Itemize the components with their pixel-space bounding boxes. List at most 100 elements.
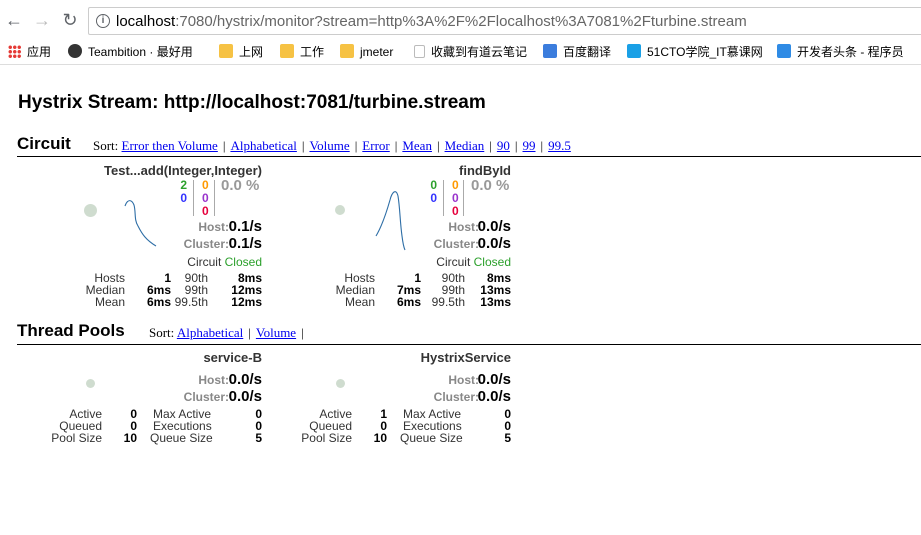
sort-error-then-volume[interactable]: Error then Volume bbox=[122, 138, 218, 153]
host-rate: 0.1/s bbox=[228, 218, 262, 235]
rejected-count: 0 bbox=[452, 191, 459, 205]
folder-icon bbox=[340, 44, 354, 58]
rejected-count: 0 bbox=[202, 191, 209, 205]
bookmark-label: jmeter bbox=[360, 45, 394, 59]
toutiao-icon bbox=[777, 44, 791, 58]
circuit-status-value: Closed bbox=[224, 255, 262, 269]
bookmark-label: 百度翻译 bbox=[563, 45, 612, 59]
cluster-rate: 0.0/s bbox=[477, 388, 511, 405]
rate-sparkline bbox=[124, 200, 157, 247]
p995-label: 99.5th bbox=[174, 295, 208, 309]
bookmark-51cto[interactable]: 51CTO学院_IT慕课网 bbox=[627, 44, 763, 60]
pool-size-label: Pool Size bbox=[51, 431, 102, 445]
bookmark-baidu-translate[interactable]: 百度翻译 bbox=[543, 44, 611, 60]
sort-error[interactable]: Error bbox=[362, 138, 389, 153]
url-path: :7080/hystrix/monitor?stream=http%3A%2F%… bbox=[175, 13, 747, 30]
queue-size-label: Queue Size bbox=[150, 431, 213, 445]
circuit-name: findById bbox=[459, 163, 511, 178]
cluster-rate: 0.0/s bbox=[477, 235, 511, 252]
sort-99[interactable]: 99 bbox=[523, 138, 536, 153]
threadpool-heading: Thread Pools bbox=[17, 321, 125, 340]
bookmark-label: Teambition · 最好用 bbox=[88, 45, 193, 59]
page-icon bbox=[414, 45, 425, 58]
bookmark-toutiao[interactable]: 开发者头条 - 程序员 bbox=[777, 44, 904, 60]
cluster-label: Cluster: bbox=[183, 390, 229, 404]
queue-size-value: 5 bbox=[255, 431, 262, 445]
baidu-translate-icon bbox=[543, 44, 557, 58]
sort-90[interactable]: 90 bbox=[497, 138, 510, 153]
circuit-name: Test...add(Integer,Integer) bbox=[104, 163, 262, 178]
queue-size-value: 5 bbox=[504, 431, 511, 445]
cluster-label: Cluster: bbox=[433, 237, 479, 251]
circuit-status-label: Circuit bbox=[436, 255, 471, 269]
failure-count: 0 bbox=[202, 204, 209, 218]
rate-sparkline bbox=[375, 191, 406, 251]
circuit-status: Circuit Closed bbox=[436, 255, 511, 269]
folder-icon bbox=[280, 44, 294, 58]
pool-size-label: Pool Size bbox=[301, 431, 352, 445]
short-circuited-count: 0 bbox=[180, 191, 187, 205]
circuit-status: Circuit Closed bbox=[187, 255, 262, 269]
sort-alphabetical[interactable]: Alphabetical bbox=[230, 138, 296, 153]
timeout-count: 0 bbox=[202, 178, 209, 192]
mean-label: Mean bbox=[344, 295, 375, 309]
error-percentage: 0.0 % bbox=[471, 177, 510, 194]
sort-label: Sort: bbox=[93, 138, 119, 153]
sort-alphabetical[interactable]: Alphabetical bbox=[177, 325, 243, 340]
bookmark-teambition[interactable]: Teambition · 最好用 bbox=[68, 44, 193, 60]
queue-size-label: Queue Size bbox=[400, 431, 463, 445]
circuit-sort-bar: Sort: Error then Volume | Alphabetical | Vol… bbox=[93, 138, 571, 153]
cluster-label: Cluster: bbox=[433, 390, 479, 404]
host-label: Host: bbox=[198, 373, 229, 387]
host-rate: 0.0/s bbox=[228, 371, 262, 388]
url-text[interactable]: localhost:7080/hystrix/monitor?stream=ht… bbox=[116, 13, 747, 30]
sort-volume[interactable]: Volume bbox=[256, 325, 296, 340]
circuit-status-value: Closed bbox=[473, 255, 511, 269]
success-count: 2 bbox=[180, 178, 187, 192]
51cto-icon bbox=[627, 44, 641, 58]
bookmark-label: 应用 bbox=[27, 45, 52, 59]
host-rate: 0.0/s bbox=[477, 371, 511, 388]
circuit-divider bbox=[17, 156, 921, 157]
host-label: Host: bbox=[448, 220, 479, 234]
host-rate: 0.0/s bbox=[477, 218, 511, 235]
browser-toolbar: ← → ↻ i localhost:7080/hystrix/monitor?s… bbox=[0, 0, 921, 41]
teambition-icon bbox=[68, 44, 82, 58]
error-percentage: 0.0 % bbox=[221, 177, 260, 194]
circuit-heading: Circuit bbox=[17, 134, 71, 153]
mean-label: Mean bbox=[94, 295, 125, 309]
counter-divider bbox=[214, 180, 215, 216]
sort-99-5[interactable]: 99.5 bbox=[548, 138, 571, 153]
bookmark-apps[interactable]: 应用 bbox=[8, 44, 51, 60]
sort-median[interactable]: Median bbox=[445, 138, 485, 153]
pool-size-value: 10 bbox=[123, 431, 137, 445]
bookmark-youdao[interactable]: 收藏到有道云笔记 bbox=[414, 44, 527, 60]
reload-icon[interactable]: ↻ bbox=[60, 10, 80, 30]
timeout-count: 0 bbox=[452, 178, 459, 192]
health-circle bbox=[86, 379, 95, 388]
address-bar[interactable]: i localhost:7080/hystrix/monitor?stream=… bbox=[88, 7, 921, 35]
back-arrow-icon[interactable]: ← bbox=[4, 10, 24, 30]
bookmark-label: 收藏到有道云笔记 bbox=[431, 45, 528, 59]
health-circle bbox=[335, 205, 345, 215]
p995-label: 99.5th bbox=[431, 295, 465, 309]
host-label: Host: bbox=[448, 373, 479, 387]
info-icon[interactable]: i bbox=[96, 14, 110, 28]
bookmark-jmeter[interactable]: jmeter bbox=[340, 44, 393, 60]
bookmark-label: 上网 bbox=[239, 45, 264, 59]
apps-grid-icon bbox=[8, 45, 21, 58]
bookmark-gongzuo[interactable]: 工作 bbox=[280, 44, 324, 60]
forward-arrow-icon[interactable]: → bbox=[32, 10, 52, 30]
p995-value: 13ms bbox=[480, 295, 511, 309]
threadpool-name: HystrixService bbox=[420, 350, 511, 365]
circuit-status-label: Circuit bbox=[187, 255, 222, 269]
sort-volume[interactable]: Volume bbox=[309, 138, 349, 153]
counter-divider bbox=[443, 180, 444, 216]
folder-icon bbox=[219, 44, 233, 58]
bookmark-label: 51CTO学院_IT慕课网 bbox=[647, 45, 763, 59]
bookmark-shangwang[interactable]: 上网 bbox=[219, 44, 263, 60]
cluster-rate: 0.1/s bbox=[228, 235, 262, 252]
sort-mean[interactable]: Mean bbox=[402, 138, 432, 153]
p995-value: 12ms bbox=[231, 295, 262, 309]
url-host: localhost bbox=[116, 13, 176, 30]
